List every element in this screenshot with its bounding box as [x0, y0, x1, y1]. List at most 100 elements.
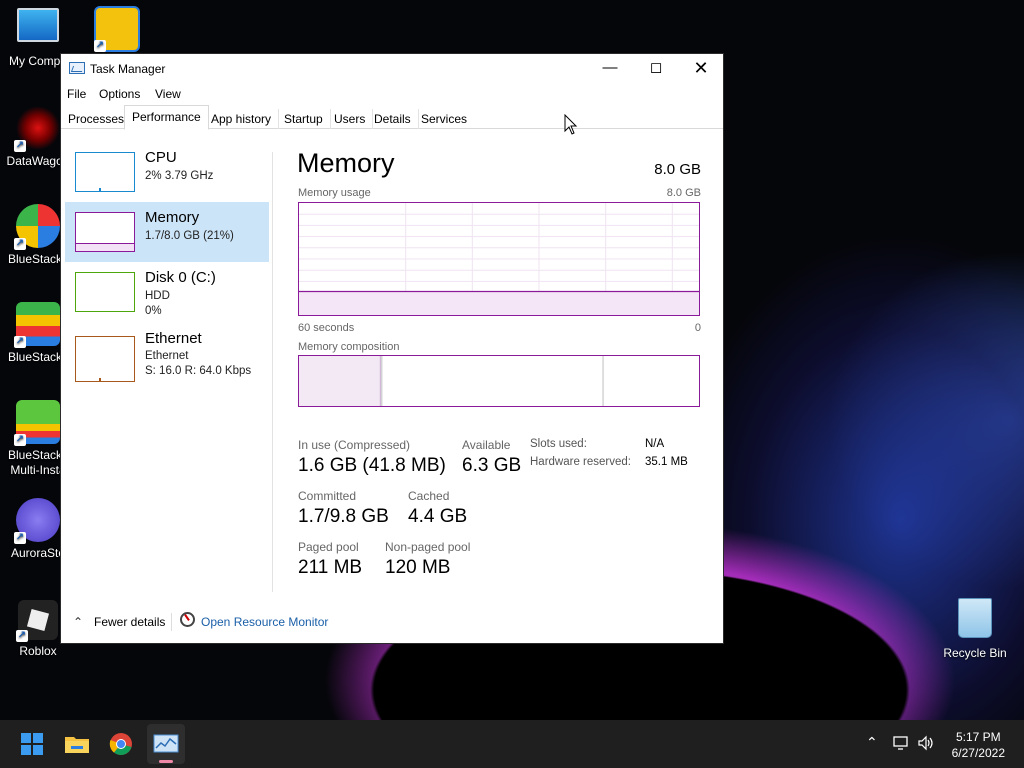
file-explorer-button[interactable]: [61, 728, 93, 760]
shortcut-arrow-icon: ↗: [14, 532, 26, 544]
game-icon: ↗: [94, 6, 140, 52]
memory-total: 8.0 GB: [654, 161, 701, 178]
bluestacks-multi-icon: ↗: [14, 400, 60, 446]
slots-used-label: Slots used:: [530, 438, 587, 450]
non-paged-pool-value: 120 MB: [385, 557, 451, 578]
datawagon-icon: ↗: [14, 106, 60, 152]
tab-details[interactable]: Details: [367, 109, 419, 129]
in-use-label: In use (Compressed): [298, 438, 411, 452]
chevron-up-icon[interactable]: ⌃: [73, 615, 83, 629]
non-paged-pool-label: Non-paged pool: [385, 540, 471, 554]
title-bar[interactable]: Task Manager — ◻ ✕: [61, 54, 723, 84]
volume-icon[interactable]: [917, 735, 935, 751]
memory-panel: Memory 8.0 GB Memory usage 8.0 GB 60 sec…: [297, 144, 701, 584]
desktop-icon-geometry-dash[interactable]: ↗: [77, 6, 157, 56]
fewer-details-button[interactable]: Fewer details: [94, 615, 165, 629]
windows-logo-icon: [21, 733, 43, 755]
bluestacks-icon: ↗: [14, 204, 60, 250]
cpu-thumbnail-graph: [75, 152, 135, 192]
menu-file[interactable]: File: [67, 87, 86, 101]
resource-item-memory[interactable]: Memory 1.7/8.0 GB (21%): [65, 202, 269, 262]
bluestacks-layers-icon: ↗: [14, 302, 60, 348]
footer-separator: [171, 613, 172, 631]
shortcut-arrow-icon: ↗: [14, 140, 26, 152]
resource-detail: HDD: [145, 290, 170, 302]
tab-services[interactable]: Services: [414, 109, 474, 129]
clock-date: 6/27/2022: [951, 746, 1005, 760]
close-button[interactable]: ✕: [678, 54, 724, 84]
memory-usage-max: 8.0 GB: [666, 187, 701, 199]
desktop-icon-label: Recycle Bin: [943, 646, 1007, 660]
tab-startup[interactable]: Startup: [277, 109, 331, 129]
committed-label: Committed: [298, 489, 357, 503]
resource-name: Memory: [145, 209, 200, 226]
cached-label: Cached: [408, 489, 450, 503]
composition-in-use: [299, 356, 380, 406]
resource-detail: Ethernet: [145, 350, 189, 362]
memory-composition-label: Memory composition: [298, 341, 400, 353]
paged-pool-value: 211 MB: [298, 557, 363, 578]
folder-icon: [65, 737, 89, 753]
resource-detail-2: 0%: [145, 305, 162, 317]
minimize-button[interactable]: —: [587, 54, 633, 84]
aurora-store-icon: ↗: [14, 498, 60, 544]
monitor-icon: [17, 8, 59, 42]
memory-usage-graph: [298, 202, 700, 316]
recycle-bin-icon: [958, 598, 992, 638]
mouse-cursor-icon: [564, 114, 578, 135]
resource-detail-2: S: 16.0 R: 64.0 Kbps: [145, 365, 252, 377]
resource-name: Ethernet: [145, 330, 202, 347]
resource-item-cpu[interactable]: CPU 2% 3.79 GHz: [65, 142, 269, 202]
shortcut-arrow-icon: ↗: [16, 630, 28, 642]
panel-title: Memory: [297, 148, 395, 178]
maximize-button[interactable]: ◻: [633, 54, 679, 84]
available-label: Available: [462, 438, 511, 452]
available-value: 6.3 GB: [462, 455, 522, 476]
ethernet-thumbnail-graph: [75, 336, 135, 382]
resource-item-ethernet[interactable]: Ethernet Ethernet S: 16.0 R: 64.0 Kbps: [65, 328, 269, 390]
memory-composition-bar: [298, 355, 700, 407]
tab-processes[interactable]: Processes: [61, 109, 133, 129]
taskbar: ⌃ 5:17 PM 6/27/2022: [0, 720, 1024, 768]
cached-value: 4.4 GB: [408, 506, 468, 527]
task-manager-taskbar-button[interactable]: [147, 724, 185, 764]
composition-modified: [379, 356, 381, 406]
open-resource-monitor-link[interactable]: Open Resource Monitor: [201, 615, 328, 629]
tab-app-history[interactable]: App history: [204, 109, 280, 129]
shortcut-arrow-icon: ↗: [14, 336, 26, 348]
network-icon[interactable]: [892, 735, 910, 751]
chrome-icon: [109, 733, 132, 755]
clock-time: 5:17 PM: [955, 730, 1001, 744]
in-use-value: 1.6 GB (41.8 MB): [298, 455, 446, 476]
tab-performance[interactable]: Performance: [124, 105, 209, 130]
chevron-up-tray-icon[interactable]: ⌃: [866, 734, 878, 751]
time-zero-label: 0: [694, 322, 701, 334]
hardware-reserved-label: Hardware reserved:: [530, 456, 631, 468]
footer-bar: ⌃ Fewer details Open Resource Monitor: [61, 609, 723, 639]
menu-bar: File Options View: [61, 84, 723, 104]
committed-value: 1.7/9.8 GB: [298, 506, 389, 527]
start-button[interactable]: [16, 728, 48, 760]
slots-used-value: N/A: [645, 438, 665, 450]
desktop-icon-label: Roblox: [19, 644, 57, 658]
memory-usage-label: Memory usage: [298, 187, 371, 199]
memory-usage-fill: [299, 291, 699, 315]
menu-options[interactable]: Options: [99, 87, 140, 101]
window-title: Task Manager: [90, 62, 166, 76]
memory-thumbnail-graph: [75, 212, 135, 252]
resource-name: CPU: [145, 149, 177, 166]
shortcut-arrow-icon: ↗: [14, 238, 26, 250]
resource-name: Disk 0 (C:): [145, 269, 216, 286]
chrome-button[interactable]: [105, 728, 137, 760]
desktop-icon-recycle-bin[interactable]: Recycle Bin: [935, 598, 1015, 661]
disk-thumbnail-graph: [75, 272, 135, 312]
clock[interactable]: 5:17 PM 6/27/2022: [952, 729, 1005, 761]
time-span-label: 60 seconds: [298, 322, 355, 334]
tab-bar: Processes Performance App history Startu…: [61, 105, 723, 130]
menu-view[interactable]: View: [155, 87, 181, 101]
task-manager-icon: [69, 62, 85, 74]
roblox-icon: ↗: [16, 600, 58, 642]
resource-item-disk[interactable]: Disk 0 (C:) HDD 0%: [65, 262, 269, 322]
resource-detail: 2% 3.79 GHz: [145, 170, 214, 182]
shortcut-arrow-icon: ↗: [14, 434, 26, 446]
